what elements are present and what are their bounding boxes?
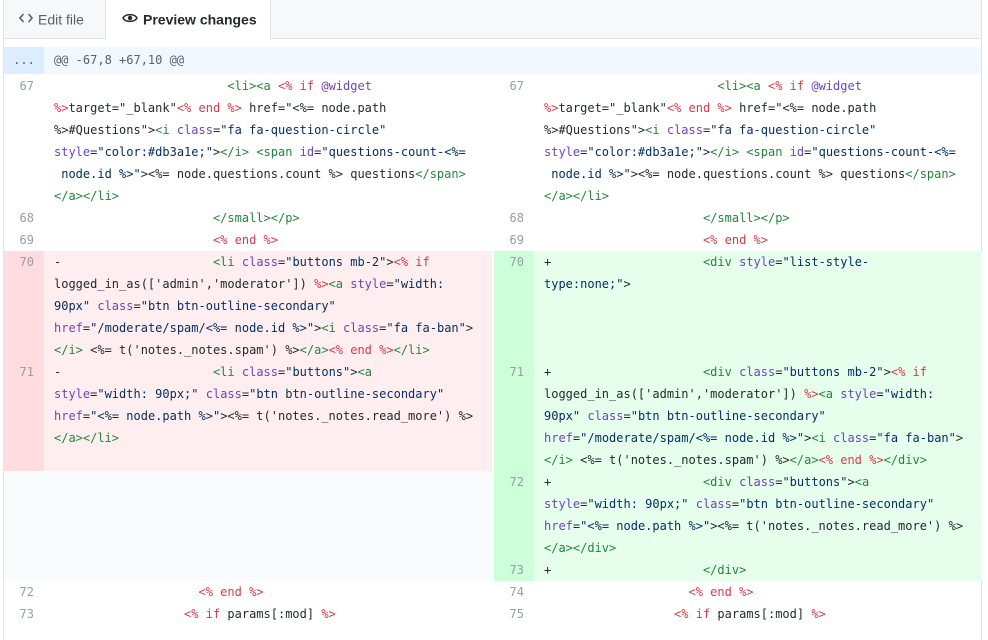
line-number[interactable]: 67 (494, 75, 534, 97)
tab-bar: Edit file Preview changes (4, 0, 981, 40)
code-line: + <div class="buttons"><a style="width: … (544, 475, 964, 555)
added-row: 73 + </div> (494, 559, 982, 581)
line-number[interactable]: 71 (4, 361, 44, 383)
code-line: </small></p> (212, 211, 300, 225)
line-number[interactable]: 70 (4, 251, 44, 273)
deleted-row: 71 - <li class="buttons"><a style="width… (4, 361, 492, 471)
diff-row: 68 </small></p> (494, 207, 982, 229)
line-number[interactable]: 75 (494, 603, 534, 625)
code-line: <% if params[:mod] %> (674, 607, 826, 621)
diff-left-pane: 67 <li><a <% if @widget %>target="_blank… (4, 75, 492, 635)
line-number[interactable]: 69 (494, 229, 534, 251)
diff-right-pane: 67 <li><a <% if @widget %>target="_blank… (494, 75, 982, 635)
line-number[interactable]: 70 (494, 251, 534, 273)
line-number[interactable]: 68 (4, 207, 44, 229)
expand-context-button[interactable]: ... (4, 47, 44, 74)
line-number[interactable]: 71 (494, 361, 534, 383)
hunk-header: ... @@ -67,8 +67,10 @@ (4, 47, 981, 74)
diff-row: 67 <li><a <% if @widget %>target="_blank… (4, 75, 492, 207)
diff-row: 69 <% end %> (4, 229, 492, 251)
code-line: <% end %> (702, 233, 768, 247)
tab-preview-label: Preview changes (143, 11, 257, 28)
line-number[interactable]: 67 (4, 75, 44, 97)
tab-edit-file[interactable]: Edit file (4, 0, 104, 39)
code-line: - <li class="buttons mb-2"><% if logged_… (54, 255, 474, 357)
line-number[interactable]: 73 (4, 603, 44, 625)
added-row: 71 + <div class="buttons mb-2"><% if log… (494, 361, 982, 471)
code-line: + <div style="list-style- type:none;"> (544, 255, 870, 291)
line-number[interactable]: 72 (4, 581, 44, 603)
code-line: <% if params[:mod] %> (184, 607, 336, 621)
hunk-range: @@ -67,8 +67,10 @@ (54, 53, 185, 67)
diff-row: 72 <% end %> (4, 581, 492, 603)
code-icon (18, 1, 34, 37)
added-row: 70 + <div style="list-style- type:none;"… (494, 251, 982, 361)
eye-icon (122, 1, 138, 37)
line-number[interactable]: 74 (494, 581, 534, 603)
line-number[interactable]: 69 (4, 229, 44, 251)
added-row: 72 + <div class="buttons"><a style="widt… (494, 471, 982, 559)
deleted-row: 70 - <li class="buttons mb-2"><% if logg… (4, 251, 492, 361)
diff-row: 68 </small></p> (4, 207, 492, 229)
tab-preview-changes[interactable]: Preview changes (105, 0, 271, 40)
code-line: <li><a <% if @widget %>target="_blank"<%… (54, 79, 466, 203)
tab-edit-label: Edit file (38, 11, 84, 28)
diff-row: 69 <% end %> (494, 229, 982, 251)
diff-frame: Edit file Preview changes ... @@ -67,8 +… (3, 0, 982, 640)
diff-row: 73 <% if params[:mod] %> (4, 603, 492, 625)
line-number[interactable]: 72 (494, 471, 534, 493)
code-line: + </div> (544, 563, 747, 577)
line-number[interactable]: 68 (494, 207, 534, 229)
code-line: <li><a <% if @widget %>target="_blank"<%… (544, 79, 956, 203)
diff-row: 74 <% end %> (494, 581, 982, 603)
line-number[interactable]: 73 (494, 559, 534, 581)
code-line: <% end %> (688, 585, 754, 599)
code-line: <% end %> (198, 585, 264, 599)
empty-row (4, 471, 492, 581)
code-line: + <div class="buttons mb-2"><% if logged… (544, 365, 964, 467)
diff-row: 75 <% if params[:mod] %> (494, 603, 982, 625)
diff-row: 67 <li><a <% if @widget %>target="_blank… (494, 75, 982, 207)
code-line: - <li class="buttons"><a style="width: 9… (54, 365, 474, 445)
code-line: <% end %> (212, 233, 278, 247)
code-line: </small></p> (702, 211, 790, 225)
